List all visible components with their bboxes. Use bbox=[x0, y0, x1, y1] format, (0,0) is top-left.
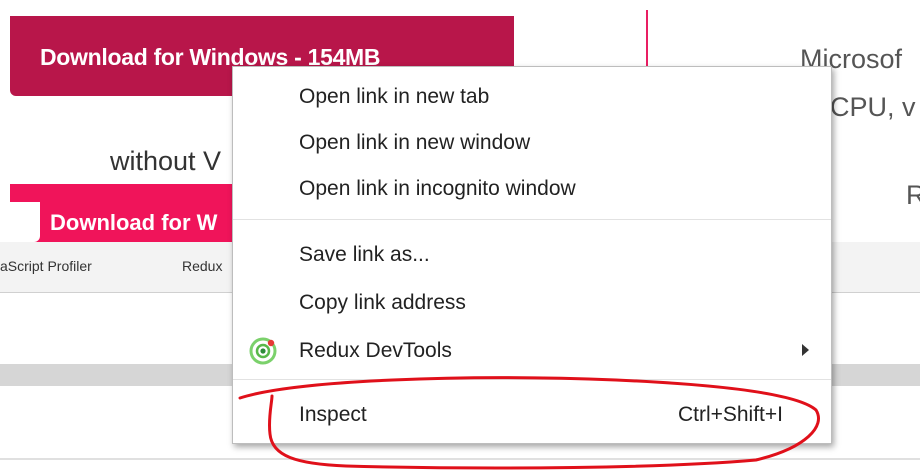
toolbar-tab-redux[interactable]: Redux bbox=[182, 258, 222, 274]
tab-notch bbox=[10, 202, 40, 242]
bottom-divider bbox=[0, 458, 920, 460]
menu-item-save-link-as[interactable]: Save link as... bbox=[233, 233, 831, 277]
menu-item-open-new-window[interactable]: Open link in new window bbox=[233, 121, 831, 165]
download-tab-label: Download for W bbox=[50, 210, 218, 235]
menu-item-open-incognito[interactable]: Open link in incognito window bbox=[233, 167, 831, 211]
menu-item-redux-devtools[interactable]: Redux DevTools bbox=[233, 329, 831, 373]
toolbar-tab-js-profiler[interactable]: aScript Profiler bbox=[0, 258, 92, 274]
menu-item-open-new-tab[interactable]: Open link in new tab bbox=[233, 75, 831, 119]
menu-item-label: Save link as... bbox=[299, 243, 430, 266]
menu-item-inspect[interactable]: Inspect Ctrl+Shift+I bbox=[233, 393, 831, 437]
menu-separator bbox=[233, 379, 831, 380]
menu-item-shortcut: Ctrl+Shift+I bbox=[677, 403, 783, 426]
right-text-line-2: CPU, v bbox=[830, 92, 916, 122]
menu-item-label: Open link in new tab bbox=[299, 85, 490, 108]
right-text-line-3: R bbox=[906, 180, 920, 210]
menu-item-label: Inspect bbox=[299, 403, 367, 426]
submenu-arrow-icon bbox=[802, 344, 809, 356]
context-menu: Open link in new tab Open link in new wi… bbox=[232, 66, 832, 444]
menu-item-label: Open link in new window bbox=[299, 131, 531, 154]
without-text: without V bbox=[110, 146, 222, 176]
menu-item-label: Copy link address bbox=[299, 291, 466, 314]
redux-devtools-icon bbox=[249, 337, 277, 365]
menu-item-copy-link-address[interactable]: Copy link address bbox=[233, 281, 831, 325]
menu-item-label: Redux DevTools bbox=[299, 339, 452, 362]
menu-separator bbox=[233, 219, 831, 220]
menu-item-label: Open link in incognito window bbox=[299, 177, 576, 200]
